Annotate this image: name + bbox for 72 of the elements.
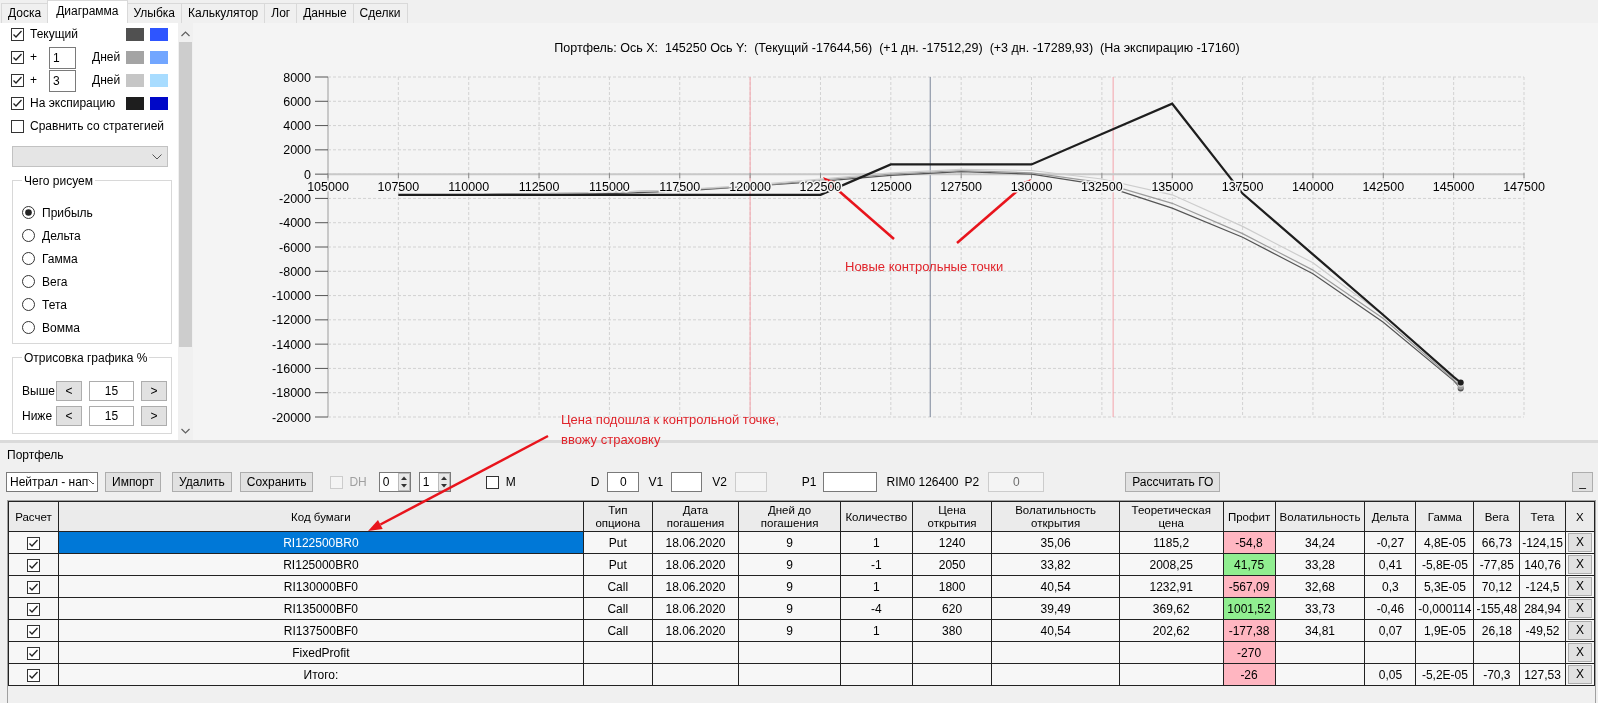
column-header: Тип опциона — [583, 501, 653, 532]
field-label: D — [590, 475, 600, 490]
column-header: Дней до погашения — [738, 501, 841, 532]
axis-label: 117500 — [659, 180, 701, 195]
field-label: V1 — [648, 475, 664, 490]
group-title: Отрисовка графика % — [22, 351, 150, 366]
column-header: Волатильность открытия — [991, 501, 1120, 532]
axis-label: -20000 — [272, 410, 311, 425]
axis-label: 147500 — [1503, 180, 1545, 195]
column-header: X — [1565, 501, 1595, 532]
axis-label: 135000 — [1151, 180, 1194, 195]
column-header: Дельта — [1364, 501, 1416, 532]
axis-label: -14000 — [272, 337, 311, 352]
column-header: Гамма — [1415, 501, 1474, 532]
axis-label: 120000 — [729, 180, 771, 195]
callout-text: Цена подошла к контрольной точке, ввожу страховку — [561, 411, 780, 449]
axis-label: 145000 — [1432, 180, 1475, 195]
option-label: Прибыль — [42, 205, 93, 221]
axis-label: 115000 — [589, 180, 630, 195]
column-header: Расчет — [8, 501, 59, 532]
option-label: Вега — [42, 274, 68, 290]
axis-label: 2000 — [283, 143, 311, 158]
column-header: Количество — [840, 501, 913, 532]
axis-label: -12000 — [272, 313, 311, 328]
column-header: Цена открытия — [912, 501, 992, 532]
checkbox-label: Текущий — [30, 27, 78, 42]
axis-label: 140000 — [1292, 180, 1334, 195]
axis-label: -6000 — [279, 240, 311, 255]
option-label: Вомма — [42, 320, 80, 336]
checkbox-label: Сравнить со стратегией — [30, 119, 164, 134]
axis-label: -8000 — [279, 264, 311, 279]
plus-label: + — [30, 73, 37, 88]
column-header: Вега — [1474, 501, 1520, 532]
axis-label: 110000 — [448, 180, 490, 195]
option-label: Дельта — [42, 228, 81, 244]
axis-label: -16000 — [272, 361, 311, 376]
axis-label: 4000 — [283, 119, 311, 134]
column-header: Дата погашения — [652, 501, 739, 532]
axis-label: -18000 — [272, 386, 311, 401]
option-label: Тета — [42, 297, 67, 313]
axis-label: 8000 — [283, 70, 311, 85]
days-label: Дней — [92, 73, 121, 88]
column-header: Тета — [1519, 501, 1566, 532]
plus-label: + — [30, 50, 37, 65]
field-label: P2 — [964, 475, 980, 490]
checkbox-label: DH — [349, 475, 367, 490]
checkbox-label: На экспирацию — [30, 96, 116, 111]
axis-label: 125000 — [869, 180, 912, 195]
chart-title: Портфель: Ось X: 145250 Ось Y: (Текущий -17644,56) (+1 дн. -17512,29) (+3 дн. -17289,93) (На экспирацию -17160) — [554, 41, 1240, 55]
checkbox-label: M — [505, 475, 516, 490]
column-header: Профит — [1223, 501, 1275, 532]
days-label: Дней — [92, 50, 121, 65]
field-label: P1 — [801, 475, 817, 490]
range-label: Выше — [22, 384, 56, 399]
axis-label: 6000 — [283, 94, 311, 109]
axis-label: 127500 — [940, 180, 983, 195]
field-label: V2 — [712, 475, 727, 490]
axis-label: 107500 — [377, 180, 420, 195]
column-header: Теоретическая цена — [1119, 501, 1224, 532]
option-label: Гамма — [42, 251, 78, 267]
column-header: Код бумаги — [58, 501, 584, 532]
axis-label: 142500 — [1362, 180, 1405, 195]
callout-text: Новые контрольные точки — [845, 258, 1004, 276]
field-label: RIM0 126400 — [886, 475, 959, 490]
axis-label: 0 — [304, 167, 311, 182]
range-label: Ниже — [22, 409, 54, 424]
group-title: Портфель — [7, 448, 64, 463]
axis-label: 112500 — [518, 180, 560, 195]
axis-label: -10000 — [272, 289, 311, 304]
column-header: Волатильность — [1275, 501, 1365, 532]
axis-label: -4000 — [279, 216, 311, 231]
group-title: Чего рисуем — [22, 174, 95, 189]
